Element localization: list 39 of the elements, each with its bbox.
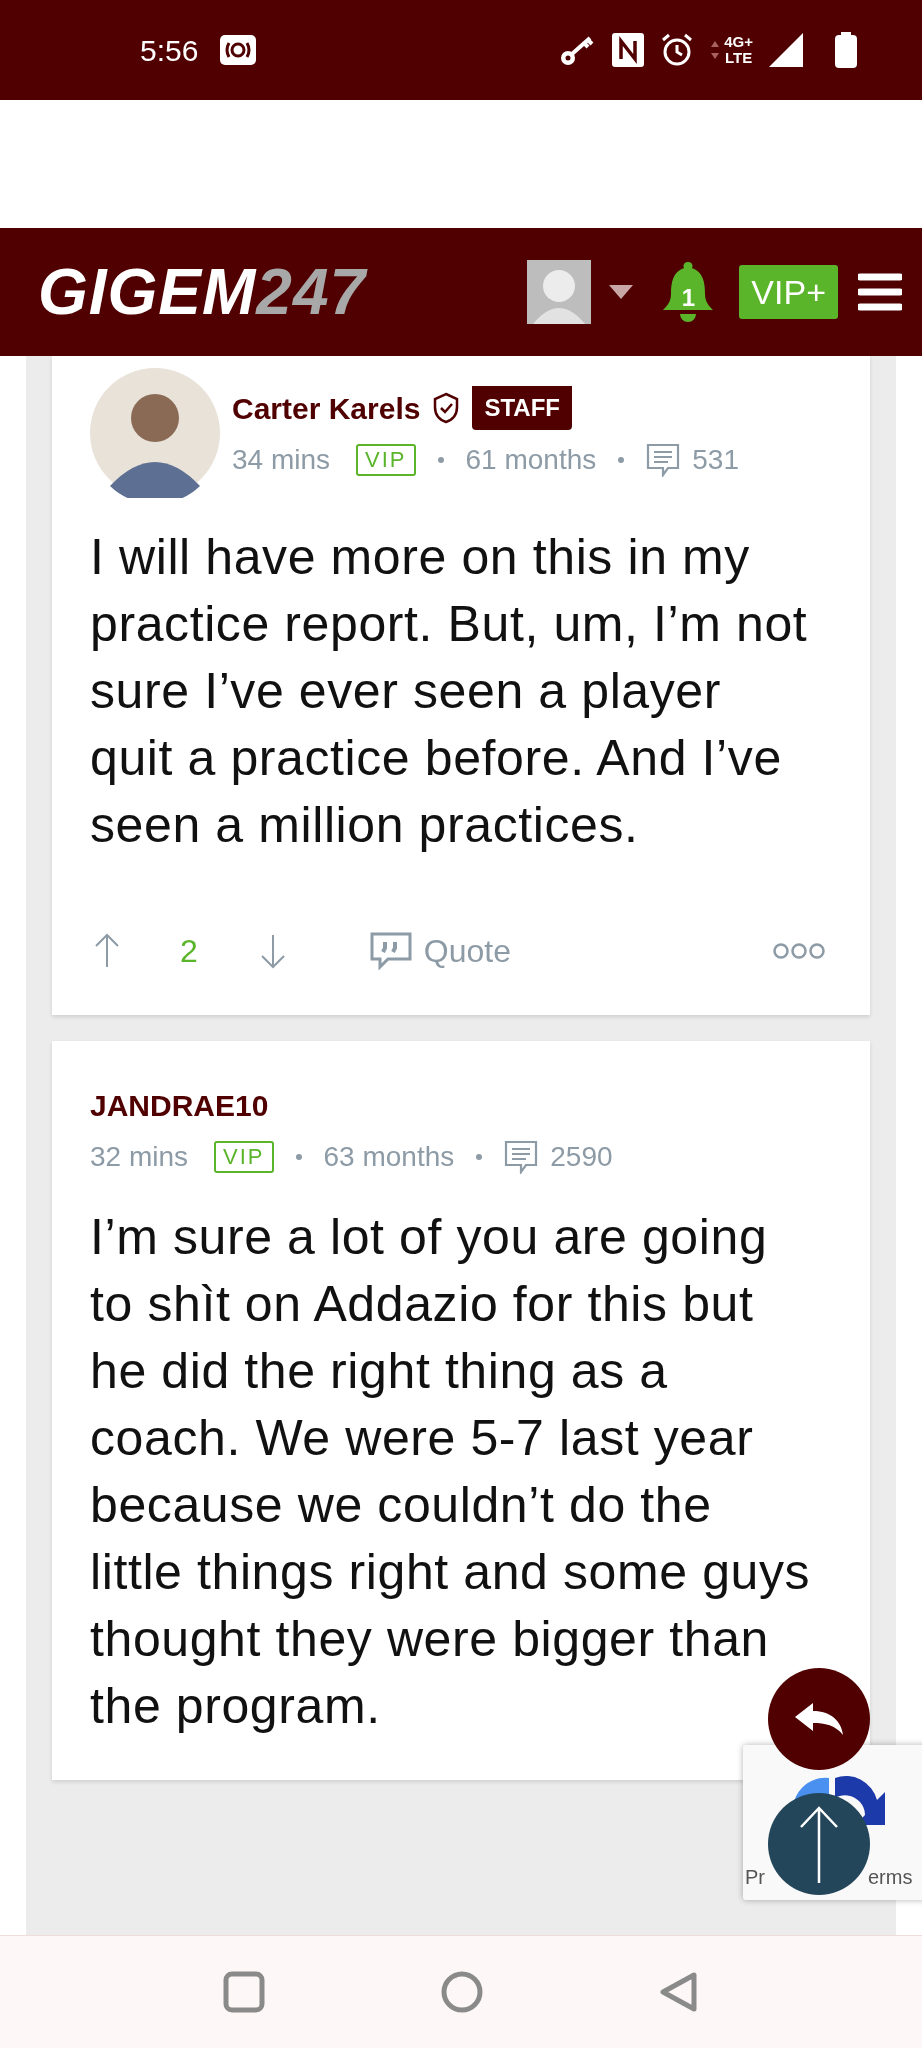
home-icon[interactable] xyxy=(441,1971,483,2013)
site-logo[interactable]: GIGEM247 xyxy=(38,260,367,324)
recents-icon[interactable] xyxy=(223,1971,265,2013)
notification-count: 1 xyxy=(681,283,695,313)
member-tenure: 61 months xyxy=(465,442,597,477)
post-count: 531 xyxy=(692,442,739,477)
post-count: 2590 xyxy=(550,1140,613,1174)
member-tenure: 63 months xyxy=(323,1140,455,1174)
clock-time: 5:56 xyxy=(140,32,199,69)
more-options-icon[interactable] xyxy=(772,942,826,960)
staff-badge: STAFF xyxy=(472,386,572,430)
post-time: 32 mins xyxy=(90,1140,189,1174)
reply-icon xyxy=(793,1701,845,1737)
battery-icon xyxy=(835,32,857,68)
comment-icon xyxy=(504,1140,539,1174)
avatar[interactable] xyxy=(90,368,220,498)
data-arrows-icon xyxy=(710,39,721,61)
alarm-icon xyxy=(660,33,695,67)
vip-badge: VIP xyxy=(356,443,416,476)
network-type: LTE xyxy=(725,50,753,66)
recaptcha-link[interactable]: erms xyxy=(868,1862,913,1892)
post-body: I’m sure a lot of you are going to shìt on Addazio for this but he did the right thing as a coach. We were 5-7 last year because we couldn’t do the little things right and some guys thought they were bigger than the program. xyxy=(90,1208,812,1736)
vip-badge: VIP xyxy=(214,1141,274,1173)
dropdown-caret-icon[interactable] xyxy=(609,285,634,299)
post-body: I will have more on this in my practice report. But, um, I’m not sure I’ve ever seen a player quit a practice before. And I’ve seen a million practices. xyxy=(90,528,809,855)
comment-icon xyxy=(646,442,681,477)
author-name[interactable]: Carter Karels xyxy=(232,385,421,431)
nfc-icon xyxy=(612,33,645,67)
vote-count: 2 xyxy=(180,932,198,971)
network-type: 4G+ xyxy=(724,34,753,50)
arrow-up-icon xyxy=(799,1805,839,1883)
signal-icon xyxy=(769,33,803,67)
recaptcha-link[interactable]: Pr xyxy=(745,1862,765,1892)
screen-record-icon xyxy=(220,35,257,65)
author-name[interactable]: JANDRAE10 xyxy=(90,1083,269,1128)
back-icon[interactable] xyxy=(659,1971,699,2013)
quote-icon xyxy=(369,932,412,970)
menu-icon[interactable] xyxy=(858,272,902,312)
post-time: 34 mins xyxy=(232,442,331,477)
